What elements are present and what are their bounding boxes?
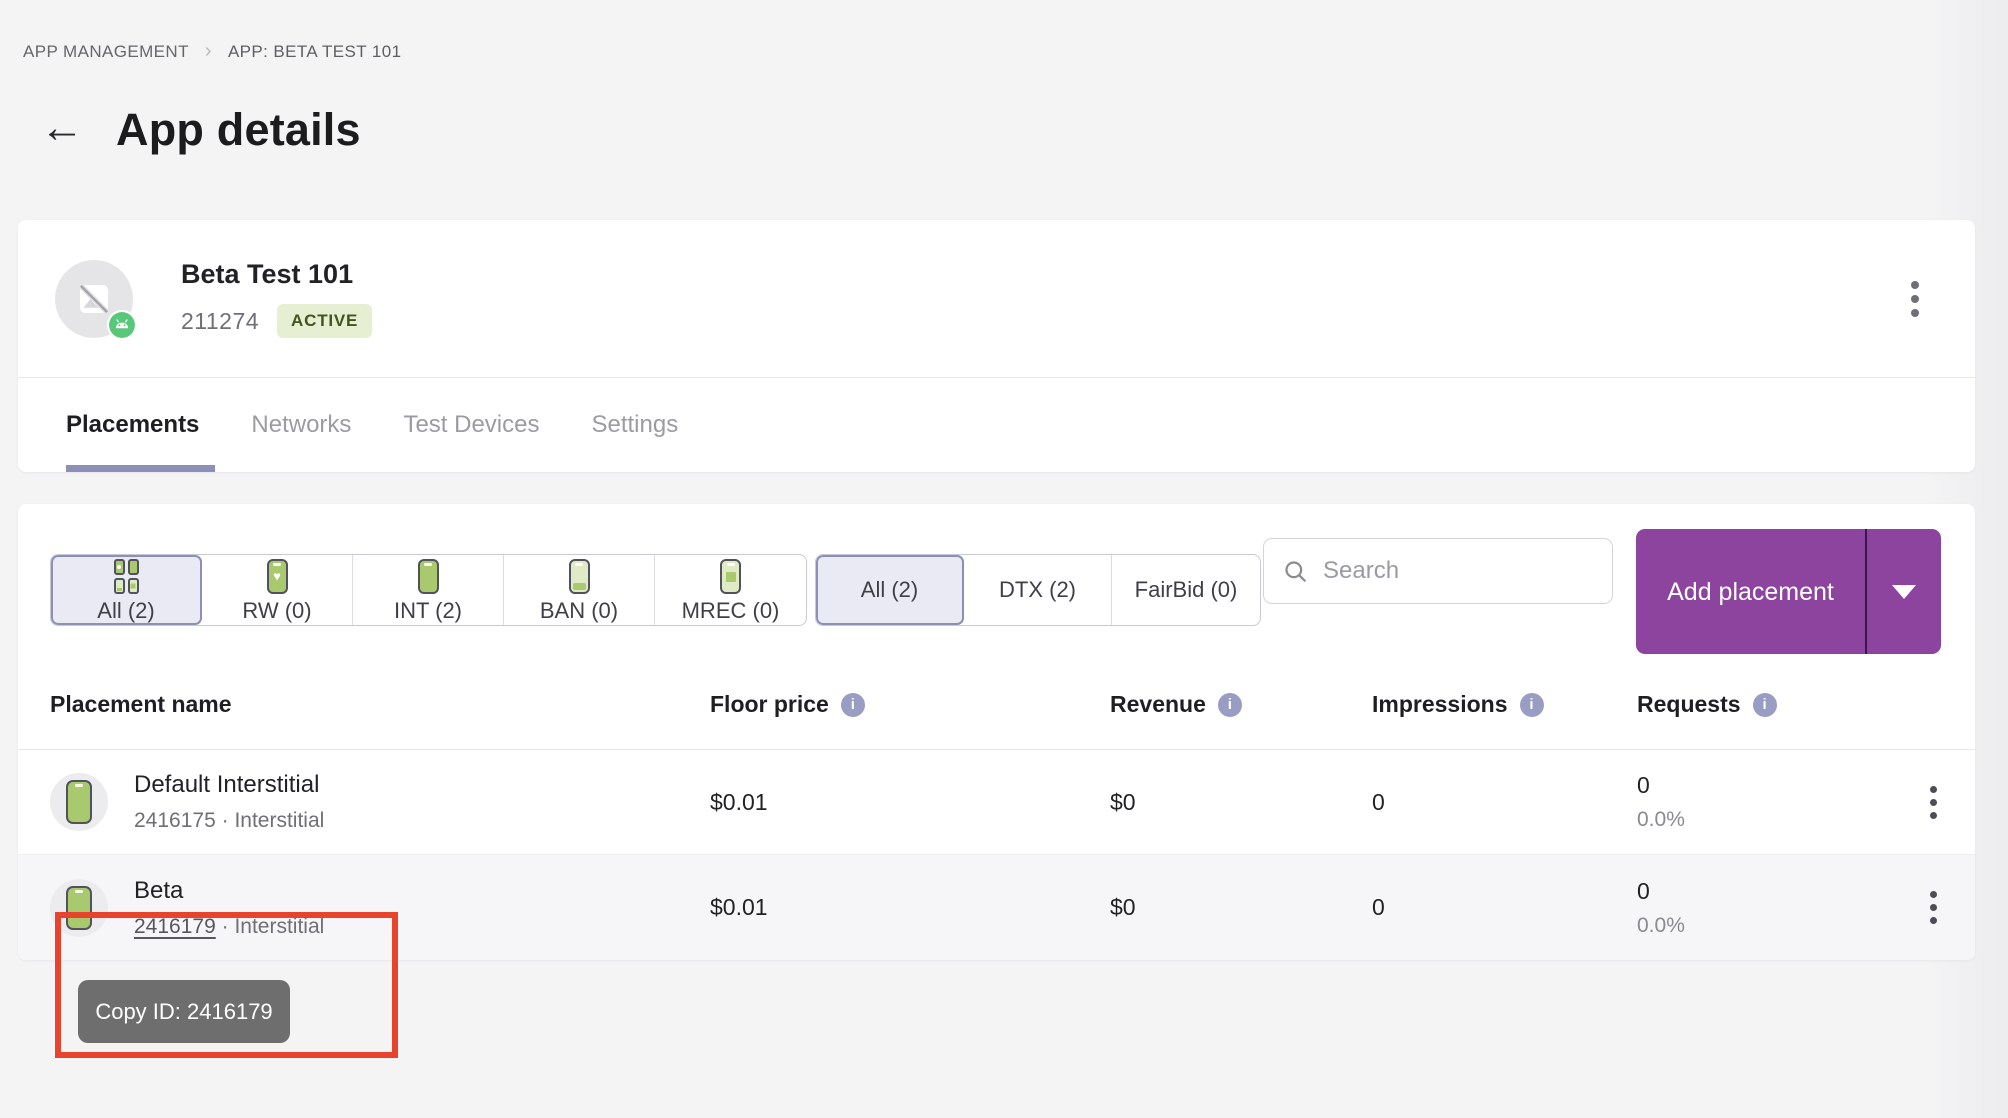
- mrec-phone-icon: [720, 559, 741, 594]
- requests-value: 0: [1637, 878, 1877, 905]
- placement-name: Beta: [134, 877, 324, 905]
- breadcrumb-app-management[interactable]: APP MANAGEMENT: [23, 42, 189, 62]
- floor-price-value: $0.01: [710, 789, 1110, 816]
- filter-network-dtx[interactable]: DTX (2): [964, 555, 1112, 625]
- filter-network-all[interactable]: All (2): [816, 555, 964, 625]
- table-row[interactable]: Default Interstitial 2416175 · Interstit…: [18, 750, 1975, 855]
- placement-avatar: [50, 773, 108, 831]
- app-kebab-menu-icon[interactable]: [1903, 273, 1927, 325]
- tab-networks[interactable]: Networks: [251, 378, 351, 472]
- row-kebab-menu-icon[interactable]: [1922, 883, 1945, 932]
- table-header: Placement name Floor price i Revenue i I…: [18, 660, 1975, 750]
- network-filter: All (2) DTX (2) FairBid (0): [815, 554, 1261, 626]
- col-floor-price: Floor price i: [710, 691, 1110, 718]
- tab-placements[interactable]: Placements: [66, 378, 199, 472]
- all-placement-types-icon: [114, 559, 139, 594]
- requests-value: 0: [1637, 772, 1877, 799]
- app-avatar: [55, 260, 133, 338]
- placement-type: Interstitial: [234, 809, 324, 832]
- interstitial-phone-icon: [66, 780, 92, 824]
- requests-cell: 0 0.0%: [1637, 772, 1877, 832]
- search-box: [1263, 538, 1613, 604]
- breadcrumb-current-app: APP: BETA TEST 101: [228, 42, 402, 62]
- impressions-value: 0: [1372, 789, 1637, 816]
- add-placement-button[interactable]: Add placement: [1636, 529, 1865, 654]
- info-icon[interactable]: i: [841, 693, 865, 717]
- back-arrow-icon[interactable]: ←: [40, 106, 84, 154]
- interstitial-phone-icon: [418, 559, 439, 594]
- placements-card: All (2) RW (0) INT (2) BAN (0) MREC (0) …: [18, 504, 1975, 960]
- table-row[interactable]: Beta 2416179 · Interstitial $0.01 $0 0 0…: [18, 855, 1975, 960]
- app-name: Beta Test 101: [181, 259, 372, 290]
- placement-name: Default Interstitial: [134, 771, 324, 799]
- fill-rate-value: 0.0%: [1637, 808, 1877, 832]
- fill-rate-value: 0.0%: [1637, 914, 1877, 938]
- page-title-row: ← App details: [40, 104, 361, 156]
- placement-id-link[interactable]: 2416179: [134, 915, 216, 938]
- add-placement-dropdown[interactable]: [1865, 529, 1941, 654]
- revenue-value: $0: [1110, 789, 1372, 816]
- copy-id-tooltip: Copy ID: 2416179: [78, 980, 290, 1043]
- row-kebab-menu-icon[interactable]: [1922, 778, 1945, 827]
- caret-down-icon: [1892, 585, 1916, 599]
- tab-test-devices[interactable]: Test Devices: [403, 378, 539, 472]
- col-requests: Requests i: [1637, 691, 1877, 718]
- filter-type-mrec[interactable]: MREC (0): [655, 555, 806, 625]
- info-icon[interactable]: i: [1753, 693, 1777, 717]
- placement-type-filter: All (2) RW (0) INT (2) BAN (0) MREC (0): [50, 554, 807, 626]
- android-badge-icon: [107, 310, 137, 340]
- search-input[interactable]: [1323, 557, 1594, 585]
- col-revenue: Revenue i: [1110, 691, 1372, 718]
- filter-type-rw[interactable]: RW (0): [202, 555, 353, 625]
- col-impressions: Impressions i: [1372, 691, 1637, 718]
- status-badge: ACTIVE: [277, 304, 372, 338]
- app-meta: Beta Test 101 211274 ACTIVE: [181, 259, 372, 338]
- impressions-value: 0: [1372, 894, 1637, 921]
- tab-bar: Placements Networks Test Devices Setting…: [18, 378, 1975, 472]
- floor-price-value: $0.01: [710, 894, 1110, 921]
- filter-type-ban[interactable]: BAN (0): [504, 555, 655, 625]
- placement-avatar: [50, 879, 108, 937]
- placement-subtitle: 2416179 · Interstitial: [134, 915, 324, 939]
- revenue-value: $0: [1110, 894, 1372, 921]
- placement-id[interactable]: 2416175: [134, 809, 216, 832]
- filter-type-all[interactable]: All (2): [51, 555, 202, 625]
- placement-subtitle: 2416175 · Interstitial: [134, 809, 324, 833]
- info-icon[interactable]: i: [1520, 693, 1544, 717]
- placement-type: Interstitial: [234, 915, 324, 938]
- page-title: App details: [116, 104, 361, 156]
- app-id: 211274: [181, 308, 259, 335]
- filter-network-fairbid[interactable]: FairBid (0): [1112, 555, 1260, 625]
- add-placement-split-button: Add placement: [1636, 529, 1941, 654]
- col-placement-name: Placement name: [50, 691, 710, 718]
- interstitial-phone-icon: [66, 886, 92, 930]
- requests-cell: 0 0.0%: [1637, 878, 1877, 938]
- info-icon[interactable]: i: [1218, 693, 1242, 717]
- search-icon: [1282, 558, 1309, 585]
- rewarded-phone-icon: [267, 559, 288, 594]
- app-header: Beta Test 101 211274 ACTIVE: [18, 220, 1975, 377]
- app-summary-card: Beta Test 101 211274 ACTIVE Placements N…: [18, 220, 1975, 472]
- breadcrumb: APP MANAGEMENT › APP: BETA TEST 101: [23, 40, 401, 63]
- placements-toolbar: All (2) RW (0) INT (2) BAN (0) MREC (0) …: [18, 504, 1975, 660]
- tab-settings[interactable]: Settings: [591, 378, 678, 472]
- filter-type-int[interactable]: INT (2): [353, 555, 504, 625]
- chevron-right-icon: ›: [205, 40, 212, 63]
- banner-phone-icon: [569, 559, 590, 594]
